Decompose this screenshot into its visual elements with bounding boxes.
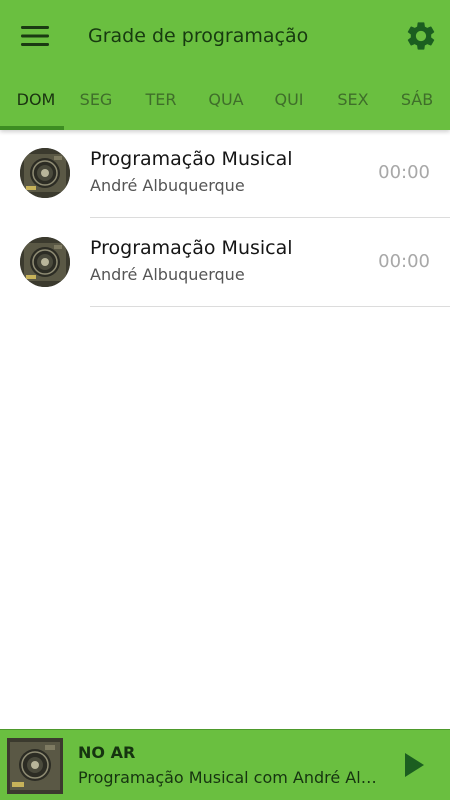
tab-qua[interactable]: QUA <box>194 78 258 124</box>
list-item[interactable]: Programação Musical André Albuquerque 00… <box>0 130 450 219</box>
gear-icon <box>407 22 435 50</box>
divider <box>90 306 450 307</box>
page-title: Grade de programação <box>88 25 309 47</box>
program-time: 00:00 <box>378 251 430 272</box>
tab-sab[interactable]: SÁB <box>385 78 449 124</box>
settings-button[interactable] <box>400 16 442 56</box>
menu-button[interactable] <box>13 16 57 56</box>
play-button[interactable] <box>396 747 432 783</box>
program-avatar <box>20 148 70 198</box>
tab-sex[interactable]: SEX <box>321 78 385 124</box>
day-tabs: DOM SEG TER QUA QUI SEX SÁB <box>0 78 450 130</box>
now-playing-bar[interactable]: NO AR Programação Musical com André Albu… <box>0 729 450 800</box>
app-root: Grade de programação DOM SEG TER QUA QUI… <box>0 0 450 800</box>
program-title: Programação Musical <box>90 237 293 259</box>
program-avatar <box>20 237 70 287</box>
menu-icon <box>21 26 49 46</box>
tab-seg[interactable]: SEG <box>64 78 128 124</box>
now-playing-cover <box>7 738 63 794</box>
divider <box>90 217 450 218</box>
tab-dom[interactable]: DOM <box>4 78 68 124</box>
tab-qui[interactable]: QUI <box>257 78 321 124</box>
on-air-label: NO AR <box>78 743 136 762</box>
program-host: André Albuquerque <box>90 265 245 284</box>
program-title: Programação Musical <box>90 148 293 170</box>
now-playing-track: Programação Musical com André Albuquerqu… <box>78 768 383 787</box>
app-bar: Grade de programação DOM SEG TER QUA QUI… <box>0 0 450 130</box>
list-item[interactable]: Programação Musical André Albuquerque 00… <box>0 219 450 308</box>
program-time: 00:00 <box>378 162 430 183</box>
tab-ter[interactable]: TER <box>129 78 193 124</box>
program-host: André Albuquerque <box>90 176 245 195</box>
play-icon <box>405 753 424 777</box>
